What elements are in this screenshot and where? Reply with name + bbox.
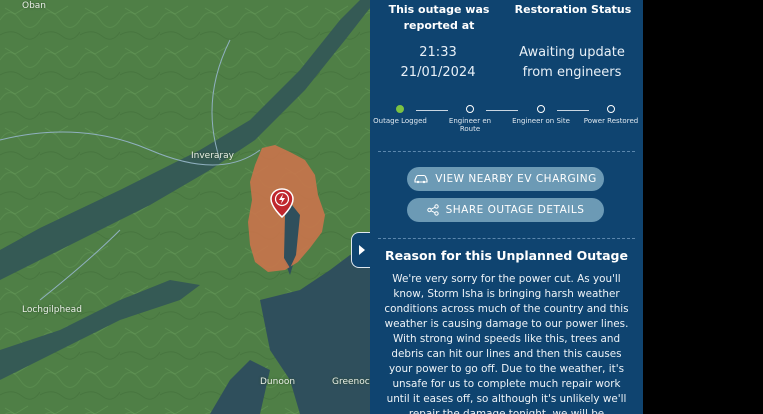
divider	[378, 151, 635, 152]
place-label-greenock: Greenock	[332, 377, 370, 387]
reported-time-block: 21:33 21/01/2024	[370, 43, 506, 83]
place-label-dunoon: Dunoon	[260, 377, 296, 387]
step-dot	[537, 105, 545, 113]
step-label: Outage Logged	[373, 117, 427, 125]
reported-heading: This outage was reported at	[388, 3, 490, 32]
place-label-oban: Oban	[22, 1, 47, 11]
step-label: Power Restored	[583, 117, 639, 125]
step-dot	[466, 105, 474, 113]
place-label-lochgilphead: Lochgilphead	[22, 305, 82, 315]
step-dot	[607, 105, 615, 113]
chevron-right-icon	[359, 245, 365, 255]
divider	[378, 238, 635, 239]
reason-title: Reason for this Unplanned Outage	[385, 248, 628, 263]
progress-step-outage-logged: Outage Logged	[370, 105, 430, 125]
progress-step-power-restored: Power Restored	[581, 105, 641, 125]
view-ev-charging-button[interactable]: VIEW NEARBY EV CHARGING	[407, 167, 604, 191]
panel-toggle-button[interactable]	[351, 232, 372, 268]
place-label-inveraray: Inveraray	[191, 151, 234, 161]
reason-body: We're very sorry for the power cut. As y…	[384, 273, 629, 414]
ev-button-label: VIEW NEARBY EV CHARGING	[435, 173, 597, 185]
progress-step-engineer-on-site: Engineer on Site	[511, 105, 571, 125]
share-outage-button[interactable]: SHARE OUTAGE DETAILS	[407, 198, 604, 222]
restoration-heading: Restoration Status	[514, 3, 632, 16]
share-icon	[426, 204, 439, 216]
step-label: Engineer en Route	[448, 117, 492, 133]
outage-details-panel: This outage was reported at Restoration …	[370, 0, 643, 414]
map-terrain	[0, 0, 370, 414]
right-blank-area	[643, 0, 763, 414]
step-label: Engineer on Site	[512, 117, 570, 125]
lightning-pin-icon[interactable]	[270, 188, 294, 218]
outage-map[interactable]: Oban Inveraray Lochgilphead Dunoon Green…	[0, 0, 370, 414]
step-dot-done	[396, 105, 404, 113]
restoration-status-value: Awaiting update from engineers	[519, 45, 625, 80]
reported-time: 21:33	[419, 45, 457, 60]
share-button-label: SHARE OUTAGE DETAILS	[445, 204, 585, 216]
car-icon	[414, 174, 428, 184]
reported-date: 21/01/2024	[400, 65, 476, 80]
